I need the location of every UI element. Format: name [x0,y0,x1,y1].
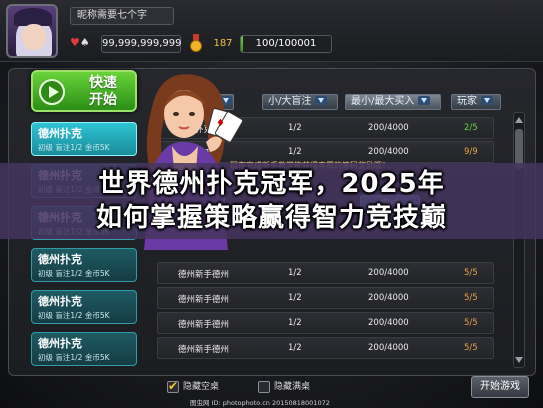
room-subtitle: 初级 盲注1/2 金币5K [38,353,110,362]
headline-line-2: 如何掌握策略赢得智力竞技巅 [95,203,447,233]
suit-icons: ♥♠ [70,36,98,52]
spade-icon: ♠ [79,36,90,49]
col-header-players[interactable]: 玩家 [451,94,501,110]
buyin-cell: 200/4000 [368,293,409,303]
buyin-cell: 200/4000 [368,123,409,133]
room-title: 德州扑克 [38,295,82,308]
quick-start-button[interactable]: 快速 开始 [31,70,137,112]
chips-balance: 99,999,999,999 [101,35,182,53]
heart-icon: ♥ [70,36,80,49]
svg-text:♦: ♦ [216,118,225,129]
room-name-cell: 德州新手德州 [178,320,230,330]
headline-banner: 世界德州扑克冠军，2025年 如何掌握策略赢得智力竞技巅 [0,163,543,239]
room-name-cell: 德州新手德州 [178,295,230,305]
table-row[interactable]: 德州新手德州 1/2 200/4000 5/5 [157,312,494,334]
room-item[interactable]: 德州扑克初级 盲注1/2 金币5K [31,122,137,156]
buyin-cell: 200/4000 [368,268,409,278]
xp-text: 100/100001 [255,38,317,49]
avatar-face [22,24,46,50]
play-icon [39,79,65,105]
avatar[interactable] [6,4,58,58]
headline-line-1: 世界德州扑克冠军，2025年 [98,169,445,199]
blinds-cell: 1/2 [288,147,302,157]
room-name-cell: 德州新手德州 [178,270,230,280]
room-subtitle: 初级 盲注1/2 金币5K [38,269,110,278]
chevron-down-icon [481,96,493,105]
blinds-cell: 1/2 [288,268,302,278]
table-row[interactable]: 德州新手德州 1/2 200/4000 5/5 [157,287,494,309]
room-title: 德州扑克 [38,127,82,140]
quick-start-label-2: 开始 [89,92,117,108]
buyin-cell: 200/4000 [368,147,409,157]
hide-empty-label: 隐藏空桌 [183,382,220,392]
blinds-cell: 1/2 [288,318,302,328]
table-row[interactable]: 德州新手德州 1/2 200/4000 5/5 [157,337,494,359]
players-cell: 9/9 [464,147,478,157]
room-title: 德州扑克 [38,253,82,266]
hide-empty-checkbox[interactable] [167,379,179,393]
medal-icon [188,34,204,54]
players-cell: 5/5 [464,318,478,328]
room-item[interactable]: 德州扑克初级 盲注1/2 金币5K [31,248,137,282]
room-subtitle: 初级 盲注1/2 金币5K [38,143,110,152]
room-title: 德州扑克 [38,337,82,350]
top-bar: 昵称需要七个字 ♥♠ 99,999,999,999 187 100/100001 [0,0,543,62]
scroll-up-icon[interactable] [515,117,523,123]
blinds-cell: 1/2 [288,343,302,353]
nickname-field[interactable]: 昵称需要七个字 [70,7,174,25]
blinds-cell: 1/2 [288,293,302,303]
quick-start-label-1: 快速 [89,75,117,91]
table-scrollbar[interactable] [513,112,525,368]
room-item[interactable]: 德州扑克初级 盲注1/2 金币5K [31,332,137,366]
players-cell: 5/5 [464,268,478,278]
col-header-blinds[interactable]: 小/大盲注 [262,94,338,110]
players-cell: 2/5 [464,123,478,133]
chevron-down-icon [418,96,431,105]
player-level: 187 [213,38,233,49]
room-subtitle: 初级 盲注1/2 金币5K [38,311,110,320]
start-game-button[interactable]: 开始游戏 [471,376,529,398]
players-cell: 5/5 [464,293,478,303]
buyin-cell: 200/4000 [368,343,409,353]
chevron-down-icon [315,96,328,105]
buyin-cell: 200/4000 [368,318,409,328]
col-header-buyin[interactable]: 最小/最大买入 [345,94,441,110]
xp-progress-bar: 100/100001 [240,35,332,53]
room-item[interactable]: 德州扑克初级 盲注1/2 金币5K [31,290,137,324]
blinds-cell: 1/2 [288,123,302,133]
scroll-down-icon[interactable] [515,357,523,363]
hide-full-checkbox[interactable] [258,381,270,393]
table-row[interactable]: 德州新手德州 1/2 200/4000 5/5 [157,262,494,284]
watermark-text: 图虫网 ID: photophoto.cn 20150818001072 [190,399,330,407]
room-name-cell: 德州新手德州 [178,345,230,355]
hide-full-label: 隐藏满桌 [274,382,311,392]
players-cell: 5/5 [464,343,478,353]
